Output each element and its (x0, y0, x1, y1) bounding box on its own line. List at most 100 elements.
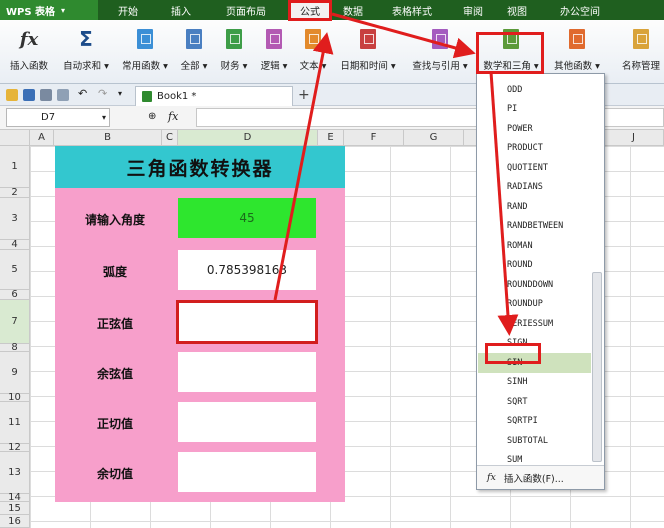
converter-title: 三角函数转换器 (55, 146, 345, 188)
redo-icon[interactable]: ↷ (98, 87, 110, 100)
function-item-odd[interactable]: ODD (478, 80, 591, 100)
row-header[interactable]: 12 (0, 442, 30, 453)
fx-label: fx (168, 110, 179, 123)
function-item-power[interactable]: POWER (478, 119, 591, 139)
name-manager-icon (630, 28, 652, 50)
function-item-roman[interactable]: ROMAN (478, 236, 591, 256)
print-preview-icon[interactable] (57, 89, 69, 101)
function-item-radians[interactable]: RADIANS (478, 178, 591, 198)
cosine-cell[interactable] (178, 352, 316, 392)
row-header[interactable]: 8 (0, 342, 30, 353)
column-header[interactable]: C (162, 130, 178, 146)
highlight-math-trig-button (476, 32, 544, 74)
highlight-sin-item (485, 343, 541, 364)
menu-table-style[interactable]: 表格样式 (374, 0, 450, 20)
book-icon (134, 28, 156, 50)
insert-function-label: 插入函数 (9, 61, 48, 72)
datetime-functions-button[interactable]: 日期和时间 ▾ (334, 24, 402, 80)
main-menu: 开始 插入 页面布局 公式 数据 表格样式 审阅 视图 办公空间 (98, 0, 622, 20)
cotangent-cell[interactable] (178, 452, 316, 492)
row-header[interactable]: 2 (0, 187, 30, 198)
new-tab-plus-icon[interactable]: + (298, 87, 310, 103)
function-item-roundup[interactable]: ROUNDUP (478, 295, 591, 315)
name-manager-label: 名称管理 (621, 61, 660, 72)
other-functions-button[interactable]: 其他函数 ▾ (548, 24, 606, 80)
name-box[interactable]: D7 ▾ (6, 108, 110, 127)
column-header[interactable]: A (30, 130, 54, 146)
magnifier-icon[interactable]: ⊕ (148, 111, 156, 122)
row-header[interactable]: 15 (0, 502, 30, 515)
fx-icon: fx (487, 472, 496, 483)
menu-bar: WPS 表格 ▾ 开始 插入 页面布局 公式 数据 表格样式 审阅 视图 办公空… (0, 0, 664, 20)
function-item-rand[interactable]: RAND (478, 197, 591, 217)
lookup-functions-label: 查找与引用 (412, 61, 460, 72)
column-header[interactable]: J (604, 130, 664, 146)
menu-data[interactable]: 数据 (332, 0, 374, 20)
common-functions-button[interactable]: 常用函数 ▾ (118, 24, 172, 80)
function-item-seriessum[interactable]: SERIESSUM (478, 314, 591, 334)
menu-view[interactable]: 视图 (496, 0, 538, 20)
menu-insert[interactable]: 插入 (158, 0, 204, 20)
row-header[interactable]: 5 (0, 250, 30, 290)
column-header[interactable]: D (178, 130, 318, 146)
menu-office-space[interactable]: 办公空间 (538, 0, 622, 20)
autosum-button[interactable]: Σ 自动求和 ▾ (58, 24, 114, 80)
finance-functions-button[interactable]: 财务 ▾ (216, 24, 252, 80)
column-header[interactable]: G (404, 130, 464, 146)
angle-input-cell[interactable]: 45 (178, 198, 316, 238)
select-all-corner[interactable] (0, 130, 30, 146)
text-functions-button[interactable]: 文本 ▾ (296, 24, 330, 80)
column-header[interactable]: B (54, 130, 162, 146)
row-header[interactable]: 1 (0, 146, 30, 188)
open-folder-icon[interactable] (6, 89, 18, 101)
row-header[interactable]: 16 (0, 515, 30, 528)
print-icon[interactable] (40, 89, 52, 101)
tab-book1[interactable]: Book1 * (135, 86, 293, 106)
menu-page-layout[interactable]: 页面布局 (204, 0, 288, 20)
row-header[interactable]: 4 (0, 239, 30, 250)
dropdown-scrollbar[interactable] (592, 272, 602, 462)
function-item-sqrt[interactable]: SQRT (478, 392, 591, 412)
autosum-label: 自动求和 (63, 61, 102, 72)
row-header[interactable]: 6 (0, 289, 30, 300)
function-item-quotient[interactable]: QUOTIENT (478, 158, 591, 178)
chevron-down-icon[interactable]: ▾ (118, 89, 130, 101)
row-header[interactable]: 13 (0, 452, 30, 494)
logic-functions-button[interactable]: 逻辑 ▾ (256, 24, 292, 80)
function-item-round[interactable]: ROUND (478, 256, 591, 276)
menu-review[interactable]: 审阅 (450, 0, 496, 20)
logic-functions-label: 逻辑 (260, 61, 280, 72)
all-functions-label: 全部 (180, 61, 200, 72)
row-header[interactable]: 3 (0, 198, 30, 240)
label-radian: 弧度 (102, 265, 127, 279)
app-menu-button[interactable]: WPS 表格 ▾ (0, 0, 98, 20)
tangent-cell[interactable] (178, 402, 316, 442)
function-item-rounddown[interactable]: ROUNDDOWN (478, 275, 591, 295)
menu-home[interactable]: 开始 (98, 0, 158, 20)
sine-cell[interactable] (176, 300, 318, 344)
function-item-product[interactable]: PRODUCT (478, 139, 591, 159)
cell-reference: D7 (41, 112, 56, 123)
insert-function-button[interactable]: fx 插入函数 (6, 24, 52, 80)
save-icon[interactable] (23, 89, 35, 101)
row-header[interactable]: 14 (0, 492, 30, 503)
function-item-randbetween[interactable]: RANDBETWEEN (478, 217, 591, 237)
function-item-sinh[interactable]: SINH (478, 373, 591, 393)
finance-functions-label: 财务 (220, 61, 240, 72)
row-header[interactable]: 9 (0, 352, 30, 394)
datetime-functions-label: 日期和时间 (340, 61, 388, 72)
function-item-sqrtpi[interactable]: SQRTPI (478, 412, 591, 432)
function-item-subtotal[interactable]: SUBTOTAL (478, 431, 591, 451)
all-functions-button[interactable]: 全部 ▾ (176, 24, 212, 80)
row-header[interactable]: 10 (0, 392, 30, 403)
row-header[interactable]: 11 (0, 402, 30, 444)
column-header[interactable]: F (344, 130, 404, 146)
insert-function-menu-item[interactable]: fx 插入函数(F)... (477, 465, 604, 489)
lookup-functions-button[interactable]: 查找与引用 ▾ (406, 24, 474, 80)
column-header[interactable]: E (318, 130, 344, 146)
function-item-pi[interactable]: PI (478, 100, 591, 120)
name-manager-button[interactable]: 名称管理 (618, 24, 664, 80)
radian-cell[interactable]: 0.785398163 (178, 250, 316, 290)
row-header[interactable]: 7 (0, 300, 30, 344)
undo-icon[interactable]: ↶ (78, 87, 90, 100)
